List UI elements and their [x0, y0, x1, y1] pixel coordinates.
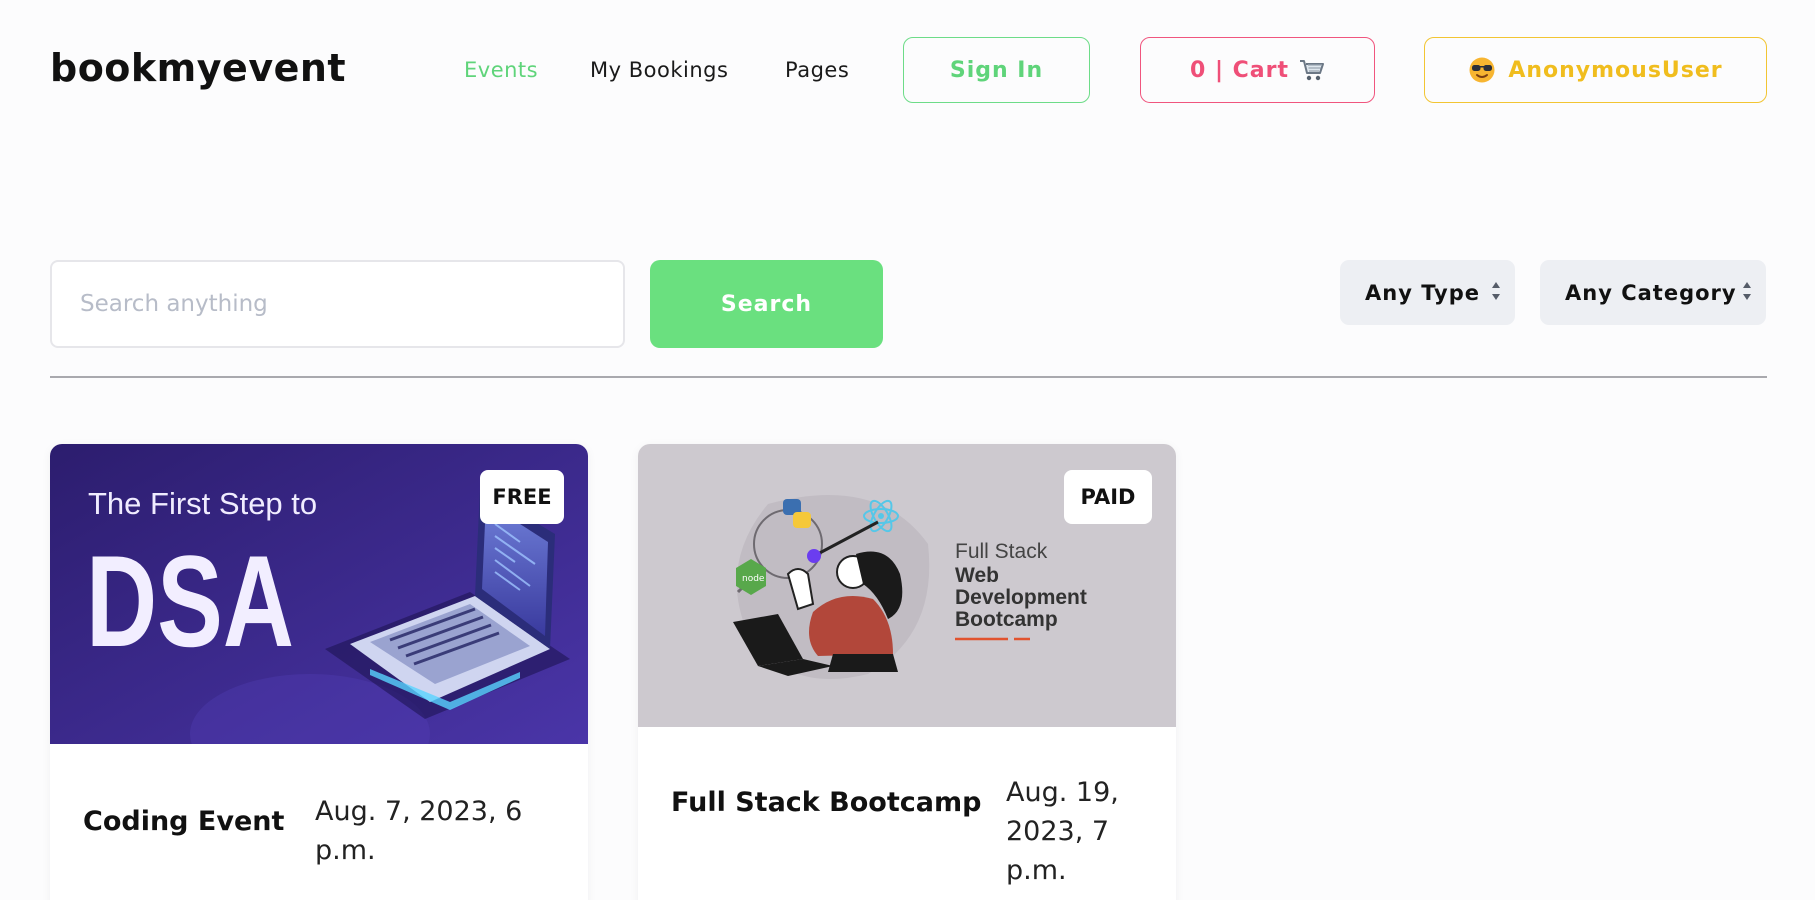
event-date: Aug. 19, 2023, 7 p.m. [1006, 777, 1119, 886]
event-title[interactable]: Full Stack Bootcamp [671, 787, 981, 818]
user-menu-button[interactable]: AnonymousUser [1424, 37, 1767, 103]
event-card[interactable]: The First Step to DSA FREE Coding Event … [50, 444, 588, 900]
event-title[interactable]: Coding Event [83, 806, 284, 837]
event-date: Aug. 7, 2023, 6 p.m. [315, 796, 523, 866]
search-button-label: Search [720, 291, 813, 317]
event-category-select[interactable]: Any Category [1540, 260, 1766, 325]
sort-arrows-icon [1743, 282, 1751, 300]
event-card[interactable]: node Full Stack Web Development Bootcamp… [638, 444, 1176, 900]
price-badge: PAID [1064, 470, 1152, 524]
event-type-value: Any Type [1365, 280, 1480, 305]
sign-in-label: Sign In [949, 57, 1044, 83]
sunglasses-emoji-icon [1468, 56, 1496, 84]
username-label: AnonymousUser [1508, 57, 1723, 83]
section-divider [50, 376, 1767, 378]
image-node-label: node [742, 574, 765, 584]
sign-in-button[interactable]: Sign In [903, 37, 1090, 103]
cart-label: 0 | Cart [1189, 57, 1290, 83]
cart-button[interactable]: 0 | Cart [1140, 37, 1375, 103]
event-type-select[interactable]: Any Type [1340, 260, 1515, 325]
nav-events-link[interactable]: Events [464, 58, 538, 82]
image-text-line2: Web [955, 564, 999, 587]
image-text-line1: Full Stack [955, 540, 1048, 563]
top-navbar: bookmyevent Events My Bookings Pages Sig… [0, 0, 1815, 140]
price-badge: FREE [480, 470, 564, 524]
shopping-cart-icon [1299, 58, 1325, 82]
nav-pages-link[interactable]: Pages [785, 58, 849, 82]
image-text-line1: The First Step to [88, 486, 317, 521]
image-text-line3: Development [955, 586, 1087, 609]
event-category-value: Any Category [1565, 280, 1737, 305]
image-text-line2: DSA [86, 528, 294, 674]
search-input[interactable] [50, 260, 625, 348]
image-text-line4: Bootcamp [955, 608, 1058, 631]
nav-my-bookings-link[interactable]: My Bookings [590, 58, 728, 82]
search-button[interactable]: Search [650, 260, 883, 348]
site-logo[interactable]: bookmyevent [50, 46, 346, 90]
sort-arrows-icon [1492, 282, 1500, 300]
